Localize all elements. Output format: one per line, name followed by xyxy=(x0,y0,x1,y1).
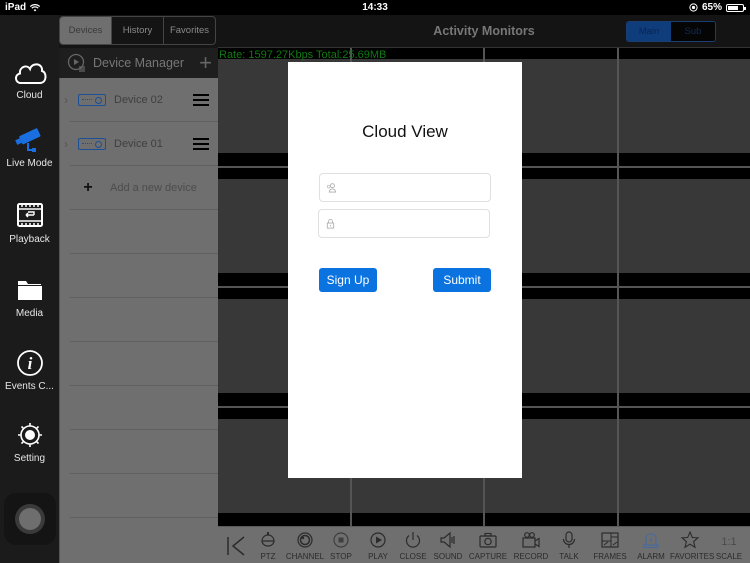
cloud-icon xyxy=(14,63,46,84)
dvr-icon xyxy=(78,94,106,106)
video-cell[interactable] xyxy=(618,48,750,166)
stream-main-button[interactable]: Main xyxy=(627,22,671,41)
film-replay-icon xyxy=(16,203,43,227)
cloud-view-dialog: Cloud View Sign Up Submit xyxy=(288,62,522,478)
nav-item-cloud[interactable]: Cloud xyxy=(0,57,59,101)
toolbar-frames-button[interactable]: FRAMES xyxy=(590,530,630,561)
tab-devices[interactable]: Devices xyxy=(60,17,112,44)
orientation-lock-icon xyxy=(689,3,698,12)
username-field-wrapper xyxy=(319,173,491,202)
nav-item-live-mode[interactable]: Live Mode xyxy=(0,125,59,169)
scale-icon: 1:1 xyxy=(721,536,736,548)
password-field-wrapper xyxy=(318,209,490,238)
add-device-row[interactable]: + Add a new device xyxy=(60,166,219,210)
nav-label: Setting xyxy=(13,453,46,464)
stop-icon xyxy=(333,532,349,548)
hamburger-menu-icon[interactable] xyxy=(193,135,209,153)
status-bar: iPad 14:33 65% xyxy=(0,0,750,15)
nav-label: Playback xyxy=(9,234,50,245)
speaker-icon xyxy=(440,531,455,549)
add-device-label: Add a new device xyxy=(110,182,197,194)
nav-label: Media xyxy=(15,308,44,319)
ptz-icon xyxy=(261,532,275,547)
toolbar-capture-button[interactable]: CAPTURE xyxy=(468,530,508,561)
toolbar-talk-button[interactable]: TALK xyxy=(549,530,589,561)
alarm-icon xyxy=(643,533,659,549)
username-input[interactable] xyxy=(342,174,487,201)
tab-favorites[interactable]: Favorites xyxy=(164,17,215,44)
folder-icon xyxy=(17,281,42,300)
user-icon xyxy=(327,183,337,193)
status-time: 14:33 xyxy=(362,2,388,13)
gear-icon xyxy=(17,423,42,447)
svg-text:1:1: 1:1 xyxy=(721,536,736,548)
camera-icon xyxy=(14,128,40,152)
device-name: Device 02 xyxy=(114,94,163,106)
stream-toggle: Main Sub xyxy=(626,21,716,42)
toolbar-favorites-button[interactable]: FAVORITES xyxy=(670,530,714,561)
play-icon xyxy=(370,532,386,548)
device-manager-title: Device Manager xyxy=(93,56,185,70)
submit-button[interactable]: Submit xyxy=(433,268,491,292)
device-manager-header: Device Manager + xyxy=(59,48,218,78)
microphone-icon xyxy=(562,531,576,548)
sign-up-button[interactable]: Sign Up xyxy=(319,268,377,292)
toolbar-ptz-button[interactable]: PTZ xyxy=(248,530,288,561)
camera-capture-icon xyxy=(479,532,497,548)
password-input[interactable] xyxy=(341,210,486,237)
nav-label: Cloud xyxy=(16,90,43,101)
toolbar-stop-button[interactable]: STOP xyxy=(321,530,361,561)
device-row[interactable]: › Device 02 xyxy=(60,78,219,122)
video-cell[interactable] xyxy=(618,408,750,526)
plus-icon: + xyxy=(83,179,93,196)
device-manager-icon xyxy=(67,53,85,72)
svg-text:i: i xyxy=(27,354,32,373)
tab-history[interactable]: History xyxy=(112,17,164,44)
channel-icon xyxy=(297,532,313,548)
nav-item-playback[interactable]: Playback xyxy=(0,201,59,245)
toolbar-channel-button[interactable]: CHANNEL xyxy=(285,530,325,561)
toolbar-alarm-button[interactable]: ALARM xyxy=(631,530,671,561)
stream-sub-button[interactable]: Sub xyxy=(671,22,715,41)
nav-item-setting[interactable]: Setting xyxy=(0,420,59,464)
bottom-toolbar: PTZ CHANNEL STOP PLAY CLOSE SOUND CAPTUR… xyxy=(218,526,750,563)
nav-item-media[interactable]: Media xyxy=(0,275,59,319)
toolbar-play-button[interactable]: PLAY xyxy=(358,530,398,561)
nav-label: Live Mode xyxy=(6,158,53,169)
bitrate-readout: Rate: 1597.27Kbps Total:25.69MB xyxy=(219,49,387,61)
dialog-title: Cloud View xyxy=(362,122,448,141)
frames-icon xyxy=(601,532,619,548)
chevron-right-icon: › xyxy=(64,137,68,151)
video-record-icon xyxy=(522,532,540,548)
device-panel-tabs: Devices History Favorites xyxy=(59,15,218,48)
toolbar-sound-button[interactable]: SOUND xyxy=(428,530,468,561)
video-cell[interactable] xyxy=(618,168,750,286)
nav-label: Events C... xyxy=(5,381,54,392)
nav-item-events[interactable]: i Events C... xyxy=(0,348,59,392)
device-row[interactable]: › Device 01 xyxy=(60,122,219,166)
toolbar-scale-button[interactable]: 1:1 SCALE xyxy=(709,530,749,561)
assistive-touch-button[interactable] xyxy=(4,493,56,545)
dvr-icon xyxy=(78,138,106,150)
device-list: › Device 02 › Device 01 + Add a new devi… xyxy=(59,78,219,563)
collapse-back-icon[interactable] xyxy=(225,535,247,557)
battery-percent: 65% xyxy=(701,2,722,13)
toolbar-record-button[interactable]: RECORD xyxy=(511,530,551,561)
star-icon xyxy=(680,530,700,549)
info-icon: i xyxy=(16,350,43,376)
left-nav: Cloud Live Mode Playback Media i Events … xyxy=(0,15,59,563)
chevron-right-icon: › xyxy=(64,93,68,107)
device-name: Device 01 xyxy=(114,138,163,150)
main-header: Activity Monitors Main Sub xyxy=(218,15,750,48)
lock-icon xyxy=(326,218,335,229)
power-icon xyxy=(405,532,421,548)
video-cell[interactable] xyxy=(618,288,750,406)
toolbar-close-button[interactable]: CLOSE xyxy=(393,530,433,561)
add-device-plus-button[interactable]: + xyxy=(199,52,212,74)
hamburger-menu-icon[interactable] xyxy=(193,91,209,109)
battery-icon xyxy=(726,3,746,12)
